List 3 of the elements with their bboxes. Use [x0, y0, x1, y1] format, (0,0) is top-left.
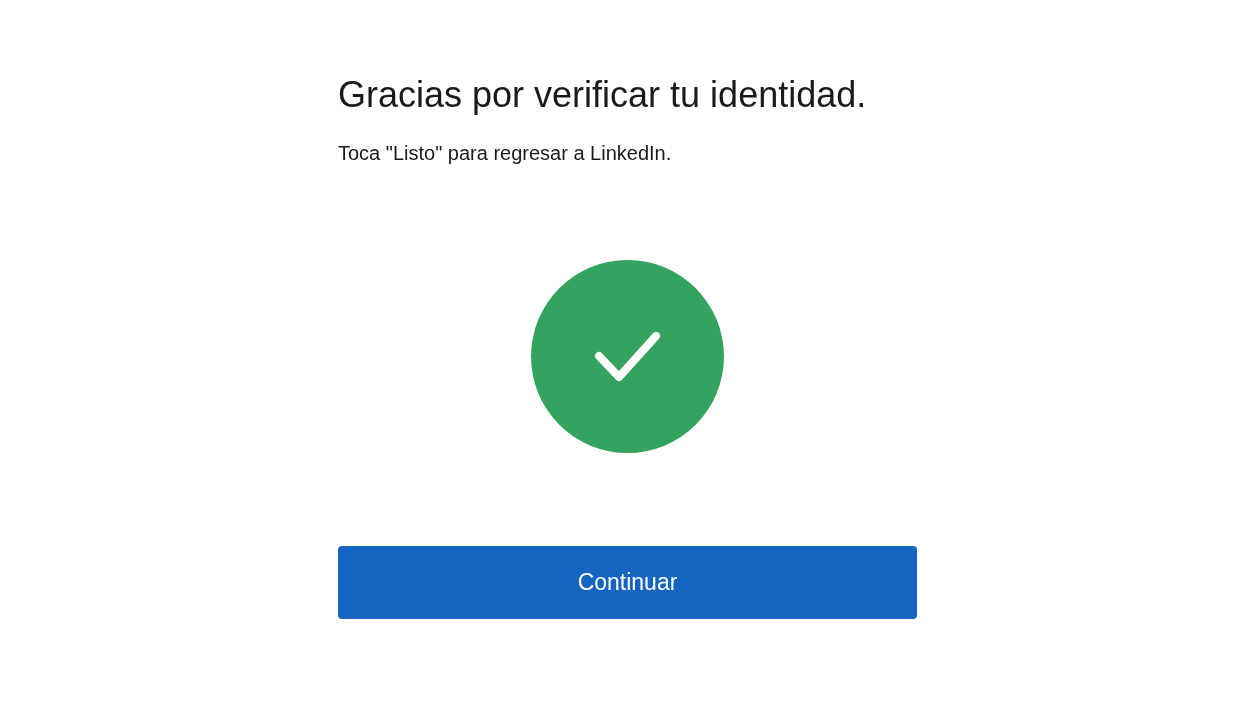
- page-title: Gracias por verificar tu identidad.: [338, 73, 868, 117]
- instruction-text: Toca "Listo" para regresar a LinkedIn.: [338, 141, 673, 166]
- continue-button[interactable]: Continuar: [338, 546, 917, 619]
